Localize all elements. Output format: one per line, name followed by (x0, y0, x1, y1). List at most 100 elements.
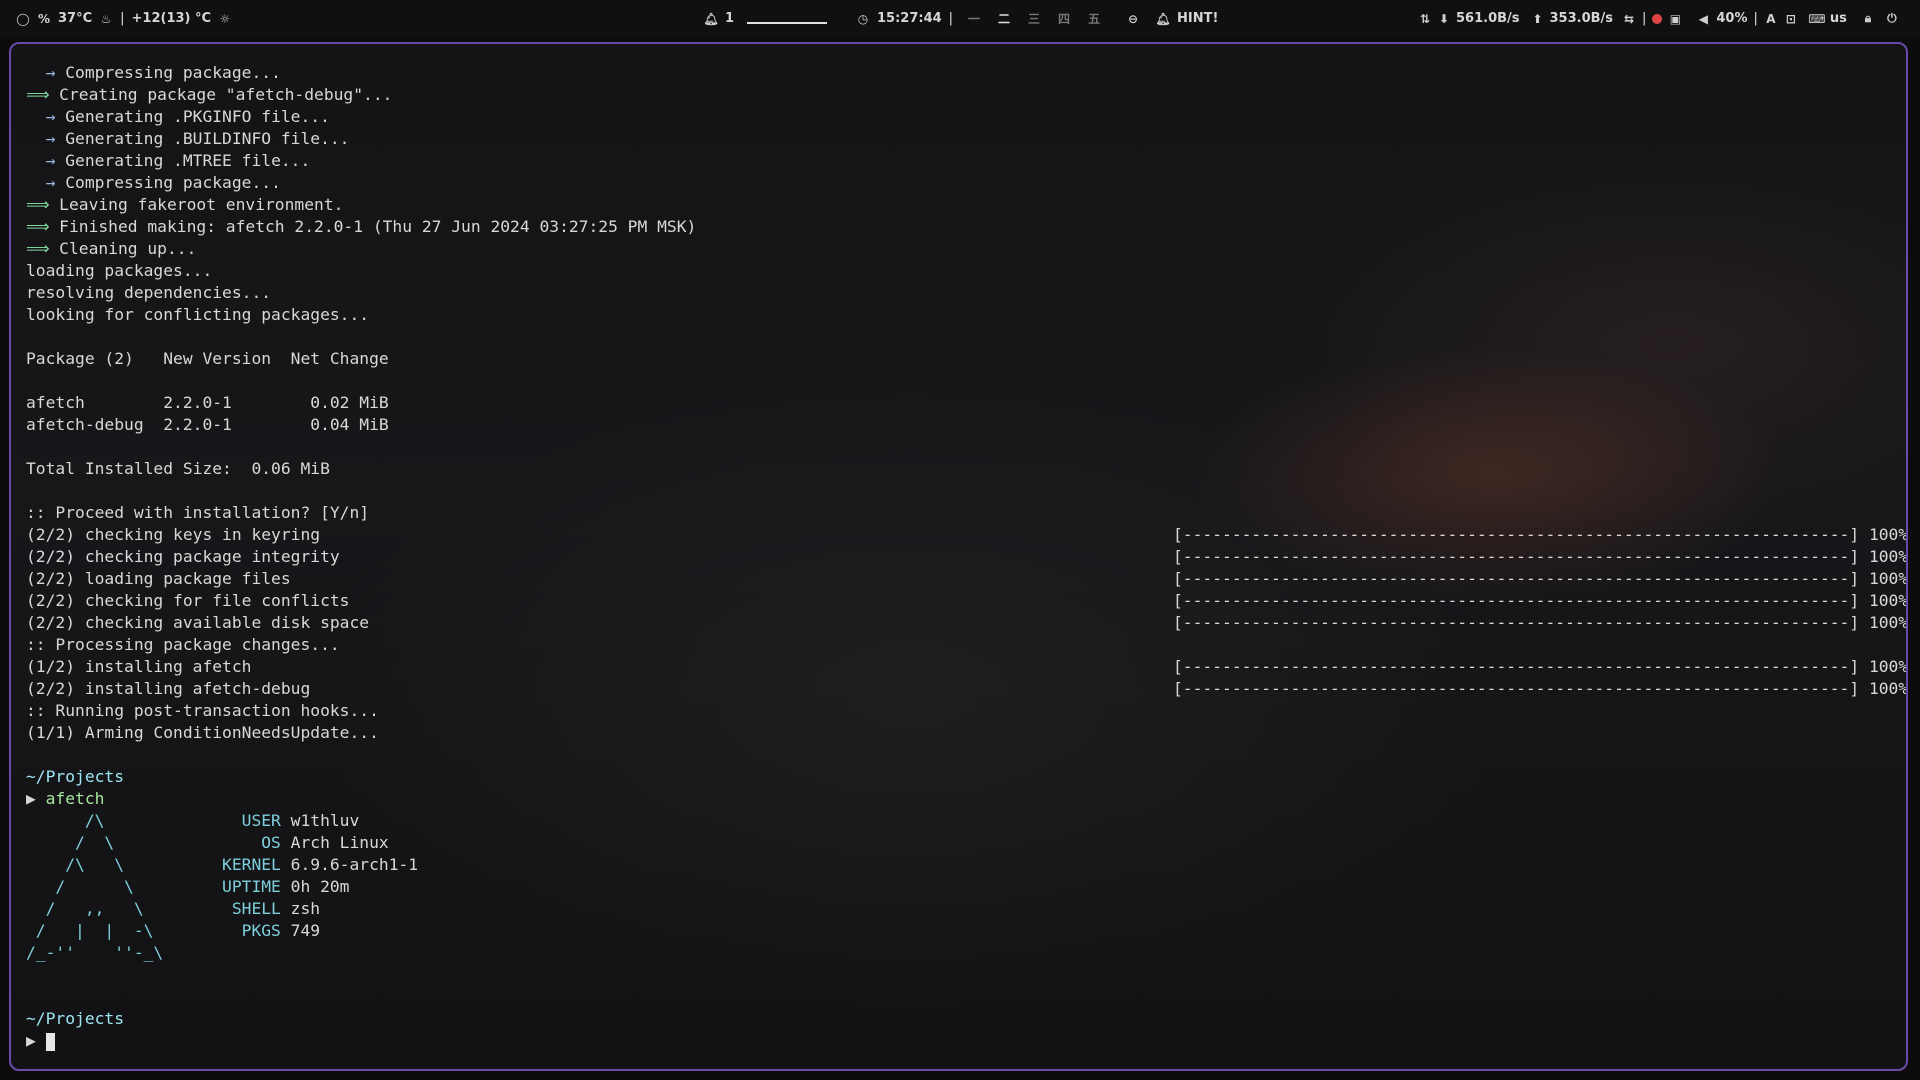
toggle-icon[interactable]: ⊖ (1126, 12, 1140, 26)
progress-bar: [---------------------------------------… (1173, 547, 1908, 566)
install-step-text: (2/2) installing afetch-debug (26, 679, 311, 698)
install-step-text: (2/2) checking for file conflicts (26, 591, 350, 610)
workspace-3[interactable]: 三 (1028, 10, 1040, 27)
install-step-text: (2/2) loading package files (26, 569, 291, 588)
main-arrow-icon: ⟹ (26, 85, 60, 104)
afetch-key: PKGS (163, 921, 291, 940)
terminal-window[interactable]: → Compressing package... ⟹ Creating packa… (9, 42, 1908, 1071)
install-step-line: (2/2) loading package files [------------… (26, 568, 1906, 590)
sub-arrow-icon: → (26, 129, 66, 148)
main-arrow-icon: ⟹ (26, 217, 60, 236)
log-line: looking for conflicting packages... (26, 304, 1896, 326)
afetch-line: / | | -\ PKGS 749 (26, 920, 1896, 942)
prompt-line: ▶ afetch (26, 788, 1896, 810)
power-icon[interactable]: ⏻ (1885, 11, 1899, 26)
power-profile-icon[interactable]: ◯ (16, 12, 30, 26)
hint-label[interactable]: HINT! (1177, 11, 1218, 26)
build-log-text: Leaving fakeroot environment. (59, 195, 344, 214)
workspace-5[interactable]: 五 (1088, 10, 1100, 27)
arch-logo-art: / \ (26, 877, 164, 896)
progress-bar: [---------------------------------------… (1173, 569, 1908, 588)
notification-count[interactable]: 1 (725, 11, 734, 26)
build-log-line: → Generating .BUILDINFO file... (26, 128, 1896, 150)
build-log-text: Finished making: afetch 2.2.0-1 (Thu 27 … (59, 217, 697, 236)
sub-arrow-icon: → (26, 173, 66, 192)
log-text: loading packages... (26, 261, 213, 280)
afetch-line: / ,, \ SHELL zsh (26, 898, 1896, 920)
afetch-value: 0h 20m (290, 877, 350, 896)
bell-icon[interactable]: 🔔︎ (703, 12, 718, 26)
workspace-4[interactable]: 四 (1058, 10, 1070, 27)
log-line: resolving dependencies... (26, 282, 1896, 304)
browser-tray-icon[interactable] (1652, 13, 1663, 24)
build-log-text: Compressing package... (65, 173, 281, 192)
terminal-output: → Compressing package... ⟹ Creating packa… (26, 62, 1906, 1052)
build-log-line: → Compressing package... (26, 62, 1896, 84)
install-step-text: :: Processing package changes... (26, 635, 340, 654)
afetch-line: /\ \ KERNEL 6.9.6-arch1-1 (26, 854, 1896, 876)
install-step-text: (1/2) installing afetch (26, 657, 252, 676)
build-log-text: Cleaning up... (59, 239, 197, 258)
volume-level[interactable]: 40% (1716, 11, 1747, 26)
workspace-2[interactable]: 二 (998, 10, 1010, 27)
cwd-line: ~/Projects (26, 766, 1896, 788)
cpu-usage-icon: % (37, 11, 51, 26)
install-step-text: (2/2) checking package integrity (26, 547, 340, 566)
current-directory: ~/Projects (26, 1009, 125, 1028)
install-step-line: (2/2) checking package integrity [-------… (26, 546, 1906, 568)
afetch-key: USER (163, 811, 291, 830)
arch-logo-art: / | | -\ (26, 921, 164, 940)
num-lock-icon: ⊡ (1785, 11, 1796, 26)
text-cursor[interactable] (45, 1032, 55, 1051)
afetch-key: KERNEL (163, 855, 291, 874)
install-step-line: (2/2) checking for file conflicts [------… (26, 590, 1906, 612)
keyboard-layout[interactable]: us (1830, 11, 1847, 26)
cpu-temperature: 37°C (58, 11, 93, 26)
table-row-text: afetch 2.2.0-1 0.02 MiB (26, 393, 389, 412)
build-log-line: → Compressing package... (26, 172, 1896, 194)
build-log-text: Creating package "afetch-debug"... (59, 85, 393, 104)
package-table-header: Package (2) New Version Net Change (26, 348, 1896, 370)
sub-arrow-icon: → (26, 63, 66, 82)
divider: | (120, 11, 125, 26)
progress-bar: [---------------------------------------… (1173, 525, 1908, 544)
build-log-line: ⟹ Cleaning up... (26, 238, 1896, 260)
build-log-line: → Generating .PKGINFO file... (26, 106, 1896, 128)
sub-arrow-icon: → (26, 107, 66, 126)
lock-icon[interactable]: 🔒︎ (1861, 11, 1875, 26)
install-step-line: :: Processing package changes... (26, 634, 1896, 656)
build-log-text: Generating .MTREE file... (65, 151, 311, 170)
install-step-line: (1/1) Arming ConditionNeedsUpdate... (26, 722, 1896, 744)
weather-temperature[interactable]: +12(13) °C (132, 11, 212, 26)
main-arrow-icon: ⟹ (26, 239, 60, 258)
progress-bar: [---------------------------------------… (1173, 591, 1908, 610)
progress-bar: [---------------------------------------… (1173, 679, 1908, 698)
afetch-value: zsh (290, 899, 321, 918)
afetch-value: w1thluv (290, 811, 360, 830)
divider: | (1753, 11, 1758, 26)
main-arrow-icon: ⟹ (26, 195, 60, 214)
speaker-icon[interactable]: ◀ (1696, 12, 1710, 26)
flame-icon: ♨ (100, 11, 112, 26)
prompt-arrow-icon: ▶ (26, 1031, 46, 1050)
build-log-line: → Generating .MTREE file... (26, 150, 1896, 172)
sun-icon: ☼ (219, 11, 231, 26)
current-directory: ~/Projects (26, 767, 125, 786)
afetch-key: OS (163, 833, 291, 852)
monitor-tray-icon[interactable]: ▣ (1668, 12, 1682, 26)
tray-icon[interactable]: ⇆ (1622, 12, 1636, 26)
command-text: afetch (45, 789, 105, 808)
afetch-value: 6.9.6-arch1-1 (290, 855, 419, 874)
install-step-text: :: Running post-transaction hooks... (26, 701, 379, 720)
divider: | (1642, 11, 1647, 26)
workspace-1[interactable]: 一 (968, 10, 980, 27)
network-download-rate: 561.0B/s (1456, 11, 1520, 26)
build-log-line: ⟹ Leaving fakeroot environment. (26, 194, 1896, 216)
hint-bell-icon: 🔔︎ (1155, 11, 1171, 26)
clock-time[interactable]: 15:27:44 (877, 11, 942, 26)
install-step-text: (2/2) checking keys in keyring (26, 525, 321, 544)
network-icon: ⇅ (1419, 11, 1431, 26)
